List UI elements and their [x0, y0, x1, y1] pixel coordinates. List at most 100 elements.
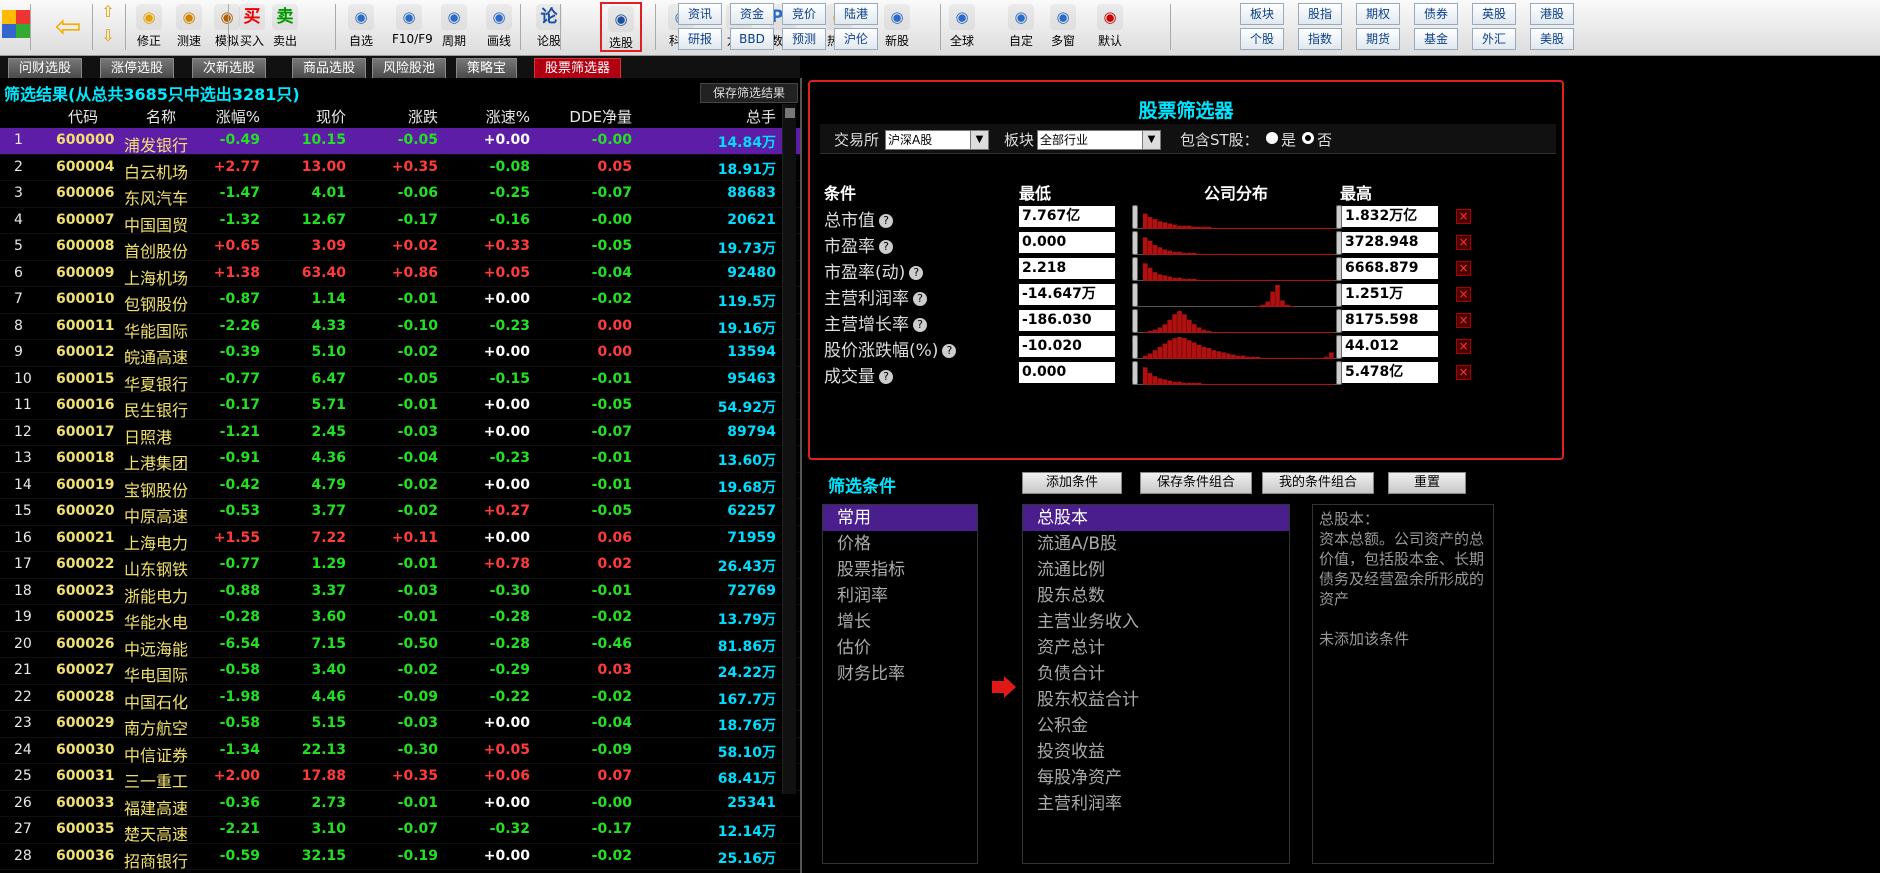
field-item[interactable]: 每股净资产: [1023, 765, 1289, 791]
toolbar-button-15[interactable]: ◉ 新股: [880, 2, 914, 52]
range-handle-left[interactable]: [1132, 231, 1138, 255]
category-item[interactable]: 增长: [823, 609, 977, 635]
help-icon[interactable]: ?: [879, 240, 893, 254]
scroll-up-icon[interactable]: [785, 108, 795, 118]
quick-button-研报[interactable]: 研报: [678, 28, 722, 50]
market-button-股指[interactable]: 股指: [1298, 3, 1342, 25]
range-handle-left[interactable]: [1132, 283, 1138, 307]
max-input[interactable]: 1.251万: [1342, 284, 1438, 305]
table-row[interactable]: 15 600020 中原高速 -0.53 3.77 -0.02 +0.27 -0.05 6225…: [0, 499, 800, 526]
globe-icon[interactable]: ◉: [949, 4, 975, 30]
max-input[interactable]: 6668.879: [1342, 258, 1438, 279]
column-header-1[interactable]: 名称: [146, 106, 176, 127]
table-row[interactable]: 16 600021 上海电力 +1.55 7.22 +0.11 +0.00 0.06 71959: [0, 526, 800, 553]
table-row[interactable]: 1 600000 浦发银行 -0.49 10.15 -0.05 +0.00 -0.00 14.8…: [0, 128, 800, 155]
toolbar-button-8[interactable]: ◉ 画线: [482, 2, 516, 52]
field-item[interactable]: 主营利润率: [1023, 791, 1289, 817]
help-icon[interactable]: ?: [942, 344, 957, 358]
toolbar-button-18[interactable]: ◉ 多窗: [1046, 2, 1080, 52]
market-button-债券[interactable]: 债券: [1414, 3, 1458, 25]
toolbar-button-4[interactable]: 卖卖出: [268, 2, 302, 52]
column-header-4[interactable]: 涨跌: [408, 106, 438, 127]
delete-icon[interactable]: ×: [1456, 287, 1471, 302]
delete-icon[interactable]: ×: [1456, 261, 1471, 276]
delete-icon[interactable]: ×: [1456, 209, 1471, 224]
column-header-7[interactable]: 总手: [746, 106, 776, 127]
exchange-select[interactable]: 沪深A股 ▼: [885, 130, 989, 150]
column-header-5[interactable]: 涨速%: [486, 106, 530, 127]
field-item[interactable]: 公积金: [1023, 713, 1289, 739]
tab-0[interactable]: 问财选股: [8, 58, 83, 78]
table-row[interactable]: 24 600030 中信证券 -1.34 22.13 -0.30 +0.05 -0.09 58.…: [0, 738, 800, 765]
min-input[interactable]: -186.030: [1019, 310, 1115, 331]
market-button-基金[interactable]: 基金: [1414, 28, 1458, 50]
help-icon[interactable]: ?: [913, 292, 927, 306]
table-row[interactable]: 17 600022 山东钢铁 -0.77 1.29 -0.01 +0.78 0.02 26.43…: [0, 552, 800, 579]
table-row[interactable]: 7 600010 包钢股份 -0.87 1.14 -0.01 +0.00 -0.02 119.5…: [0, 287, 800, 314]
table-row[interactable]: 21 600027 华电国际 -0.58 3.40 -0.02 -0.29 0.03 24.22…: [0, 658, 800, 685]
sector-select[interactable]: 全部行业 ▼: [1037, 130, 1161, 150]
toolbar-button-1[interactable]: ◉ 测速: [172, 2, 206, 52]
multi-window-icon[interactable]: ◉: [1050, 4, 1076, 30]
table-row[interactable]: 26 600033 福建高速 -0.36 2.73 -0.01 +0.00 -0.00 2534…: [0, 791, 800, 818]
tab-3[interactable]: 商品选股: [292, 58, 367, 78]
category-item[interactable]: 价格: [823, 531, 977, 557]
range-handle-left[interactable]: [1132, 361, 1138, 385]
quick-button-BBD[interactable]: BBD: [730, 28, 774, 50]
chevron-down-icon[interactable]: ▼: [970, 131, 988, 149]
category-item[interactable]: 股票指标: [823, 557, 977, 583]
field-item[interactable]: 资产总计: [1023, 635, 1289, 661]
table-row[interactable]: 28 600036 招商银行 -0.59 32.15 -0.19 +0.00 -0.02 25.…: [0, 844, 800, 871]
table-row[interactable]: 4 600007 中国国贸 -1.32 12.67 -0.17 -0.16 -0.00 2062…: [0, 208, 800, 235]
up-icon[interactable]: ⇧: [98, 2, 118, 22]
save-results-button[interactable]: 保存筛选结果: [700, 83, 798, 103]
new-stock-icon[interactable]: ◉: [884, 4, 910, 30]
min-input[interactable]: 7.767亿: [1019, 206, 1115, 227]
column-header-0[interactable]: 代码: [68, 106, 98, 127]
table-row[interactable]: 9 600012 皖通高速 -0.39 5.10 -0.02 +0.00 0.00 13594: [0, 340, 800, 367]
tab-6[interactable]: 股票筛选器: [534, 58, 622, 78]
min-input[interactable]: 2.218: [1019, 258, 1115, 279]
toolbar-button-3[interactable]: 买买入: [235, 2, 269, 52]
table-row[interactable]: 20 600026 中远海能 -6.54 7.15 -0.50 -0.28 -0.46 81.8…: [0, 632, 800, 659]
f10-icon[interactable]: ◉: [396, 4, 422, 30]
table-row[interactable]: 2 600004 白云机场 +2.77 13.00 +0.35 -0.08 0.05 18.91…: [0, 155, 800, 182]
quick-button-沪伦[interactable]: 沪伦: [834, 28, 878, 50]
market-button-期货[interactable]: 期货: [1356, 28, 1400, 50]
help-icon[interactable]: ?: [913, 318, 927, 332]
help-icon[interactable]: ?: [879, 370, 893, 384]
table-row[interactable]: 23 600029 南方航空 -0.58 5.15 -0.03 +0.00 -0.04 18.7…: [0, 711, 800, 738]
field-item[interactable]: 股东权益合计: [1023, 687, 1289, 713]
table-row[interactable]: 6 600009 上海机场 +1.38 63.40 +0.86 +0.05 -0.04 9248…: [0, 261, 800, 288]
buy-icon[interactable]: 买: [239, 4, 265, 30]
delete-icon[interactable]: ×: [1456, 365, 1471, 380]
quick-button-资讯[interactable]: 资讯: [678, 3, 722, 25]
help-icon[interactable]: ?: [909, 266, 924, 280]
category-item[interactable]: 财务比率: [823, 661, 977, 687]
min-input[interactable]: -14.647万: [1019, 284, 1115, 305]
max-input[interactable]: 8175.598: [1342, 310, 1438, 331]
toolbar-button-0[interactable]: ◉ 修正: [132, 2, 166, 52]
quick-button-资金[interactable]: 资金: [730, 3, 774, 25]
quick-button-预测[interactable]: 预测: [782, 28, 826, 50]
help-icon[interactable]: ?: [879, 214, 893, 228]
min-input[interactable]: 0.000: [1019, 232, 1115, 253]
market-button-美股[interactable]: 美股: [1530, 28, 1574, 50]
toolbar-button-19[interactable]: ◉ 默认: [1093, 2, 1127, 52]
delete-icon[interactable]: ×: [1456, 339, 1471, 354]
toolbar-button-16[interactable]: ◉ 全球: [945, 2, 979, 52]
st-no-radio[interactable]: [1302, 132, 1314, 144]
toolbar-button-5[interactable]: ◉ 自选: [344, 2, 378, 52]
table-row[interactable]: 10 600015 华夏银行 -0.77 6.47 -0.05 -0.15 -0.01 9546…: [0, 367, 800, 394]
column-header-6[interactable]: DDE净量: [569, 106, 632, 127]
sell-icon[interactable]: 卖: [272, 4, 298, 30]
field-item[interactable]: 股东总数: [1023, 583, 1289, 609]
st-yes-radio[interactable]: [1266, 132, 1278, 144]
stock-picker-icon[interactable]: ◉: [608, 6, 634, 32]
market-button-英股[interactable]: 英股: [1472, 3, 1516, 25]
tab-2[interactable]: 次新选股: [192, 58, 267, 78]
back-icon[interactable]: ⇦: [50, 8, 86, 44]
market-button-板块[interactable]: 板块: [1240, 3, 1284, 25]
down-icon[interactable]: ⇩: [98, 26, 118, 46]
condition-button-0[interactable]: 添加条件: [1022, 472, 1122, 494]
